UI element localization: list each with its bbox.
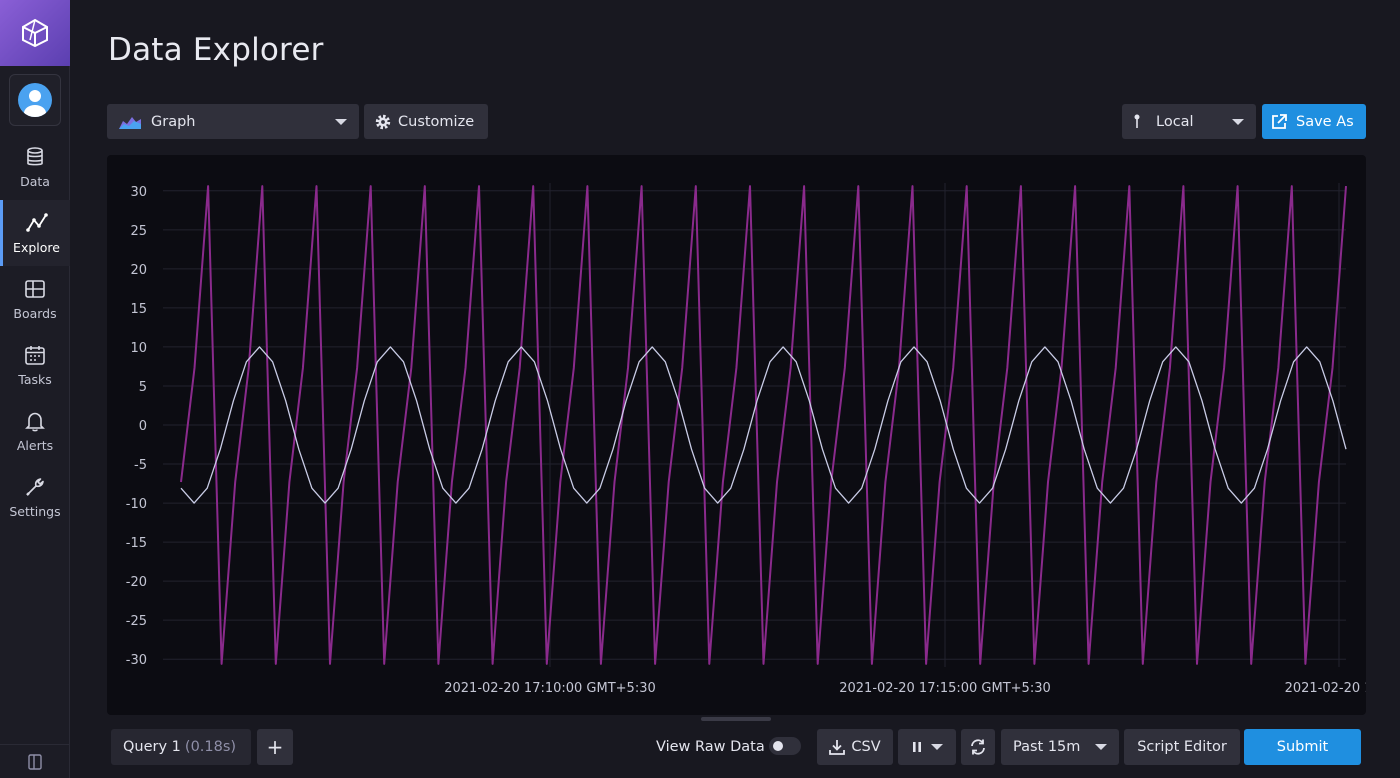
timezone-dropdown[interactable]: Local bbox=[1122, 104, 1256, 139]
sidebar-item-label: Boards bbox=[13, 305, 57, 321]
submit-button[interactable]: Submit bbox=[1244, 729, 1361, 765]
timezone-label: Local bbox=[1156, 113, 1194, 130]
cube-logo-icon bbox=[22, 18, 48, 48]
add-query-button[interactable]: + bbox=[257, 729, 293, 765]
refresh-button[interactable] bbox=[961, 729, 995, 765]
gear-icon bbox=[375, 114, 391, 129]
y-tick-label: -10 bbox=[126, 497, 147, 512]
x-tick-label: 2021-02-20 17:2 bbox=[1285, 681, 1366, 696]
y-tick-label: -20 bbox=[126, 575, 147, 590]
plus-icon: + bbox=[266, 735, 284, 759]
chevron-down-icon bbox=[1232, 118, 1244, 125]
bell-icon bbox=[25, 412, 45, 431]
calendar-icon bbox=[25, 345, 45, 365]
page-title: Data Explorer bbox=[108, 32, 324, 68]
view-raw-data-toggle[interactable] bbox=[769, 737, 801, 755]
graph-line-icon bbox=[25, 212, 48, 232]
script-editor-label: Script Editor bbox=[1137, 739, 1227, 755]
save-as-button[interactable]: Save As bbox=[1262, 104, 1366, 139]
pause-icon bbox=[912, 742, 921, 752]
y-tick-label: 25 bbox=[130, 224, 147, 239]
sidebar: Data Explore Boards Tasks Alerts Setting… bbox=[0, 0, 70, 778]
sidebar-item-alerts[interactable]: Alerts bbox=[0, 398, 70, 464]
x-tick-label: 2021-02-20 17:10:00 GMT+5:30 bbox=[444, 681, 656, 696]
customize-button[interactable]: Customize bbox=[364, 104, 488, 139]
collapse-sidebar-button[interactable] bbox=[0, 744, 70, 778]
sidebar-item-tasks[interactable]: Tasks bbox=[0, 332, 70, 398]
y-tick-label: 5 bbox=[139, 380, 147, 395]
script-editor-button[interactable]: Script Editor bbox=[1124, 729, 1240, 765]
view-type-label: Graph bbox=[151, 113, 196, 130]
csv-label: CSV bbox=[851, 739, 881, 755]
influx-logo[interactable] bbox=[0, 0, 70, 66]
refresh-icon bbox=[971, 739, 985, 755]
line-chart[interactable]: 30 25 20 15 10 5 0 -5 -10 -15 -20 -25 -30 2021-02-20 … bbox=[107, 155, 1366, 715]
autorefresh-dropdown[interactable] bbox=[898, 729, 956, 765]
y-tick-label: 15 bbox=[130, 302, 147, 317]
user-avatar-button[interactable] bbox=[8, 74, 61, 126]
sidebar-item-label: Tasks bbox=[18, 371, 52, 387]
customize-label: Customize bbox=[398, 113, 475, 130]
time-range-dropdown[interactable]: Past 15m bbox=[1001, 729, 1119, 765]
sidebar-item-label: Settings bbox=[9, 503, 61, 519]
graph-type-icon bbox=[119, 116, 141, 129]
sidebar-item-settings[interactable]: Settings bbox=[0, 464, 70, 530]
x-tick-label: 2021-02-20 17:15:00 GMT+5:30 bbox=[839, 681, 1051, 696]
sidebar-item-boards[interactable]: Boards bbox=[0, 266, 70, 332]
time-range-label: Past 15m bbox=[1013, 739, 1081, 755]
sidebar-item-label: Alerts bbox=[16, 437, 54, 453]
main-content: Data Explorer Graph Customize Local Save… bbox=[70, 0, 1400, 778]
query-tab[interactable]: Query 1 (0.18s) bbox=[111, 729, 251, 765]
save-as-label: Save As bbox=[1296, 113, 1354, 130]
chevron-down-icon bbox=[1095, 744, 1107, 750]
y-tick-label: -15 bbox=[126, 536, 147, 551]
resize-handle[interactable] bbox=[701, 717, 771, 721]
collapse-icon bbox=[28, 753, 42, 770]
y-tick-label: -5 bbox=[134, 458, 147, 473]
sidebar-item-label: Data bbox=[20, 173, 50, 189]
dashboards-icon bbox=[25, 279, 45, 298]
export-icon bbox=[1272, 113, 1287, 129]
submit-label: Submit bbox=[1276, 739, 1329, 755]
query-tab-label: Query 1 bbox=[123, 739, 181, 755]
y-tick-label: -30 bbox=[126, 653, 147, 668]
sidebar-item-label: Explore bbox=[13, 239, 60, 255]
graph-panel[interactable]: 30 25 20 15 10 5 0 -5 -10 -15 -20 -25 -30 2021-02-20 … bbox=[107, 155, 1366, 715]
y-tick-label: 0 bbox=[139, 419, 147, 434]
query-time: (0.18s) bbox=[184, 739, 237, 755]
download-icon bbox=[829, 740, 846, 755]
user-icon bbox=[23, 90, 46, 117]
y-tick-label: 10 bbox=[130, 341, 147, 356]
view-raw-data-label: View Raw Data bbox=[656, 739, 765, 755]
avatar bbox=[17, 83, 52, 117]
query-bar: Query 1 (0.18s) + View Raw Data CSV Past… bbox=[107, 723, 1366, 773]
view-type-dropdown[interactable]: Graph bbox=[107, 104, 359, 139]
sidebar-item-explore[interactable]: Explore bbox=[0, 200, 70, 266]
sidebar-nav: Data Explore Boards Tasks Alerts Setting… bbox=[0, 134, 70, 530]
y-tick-label: 30 bbox=[130, 185, 147, 200]
y-tick-label: 20 bbox=[130, 263, 147, 278]
chevron-down-icon bbox=[930, 744, 943, 750]
chevron-down-icon bbox=[335, 118, 347, 125]
database-icon bbox=[27, 146, 43, 165]
csv-download-button[interactable]: CSV bbox=[817, 729, 893, 765]
wrench-icon bbox=[26, 477, 44, 496]
y-tick-label: -25 bbox=[126, 614, 147, 629]
pin-icon bbox=[1134, 114, 1140, 128]
sidebar-item-data[interactable]: Data bbox=[0, 134, 70, 200]
